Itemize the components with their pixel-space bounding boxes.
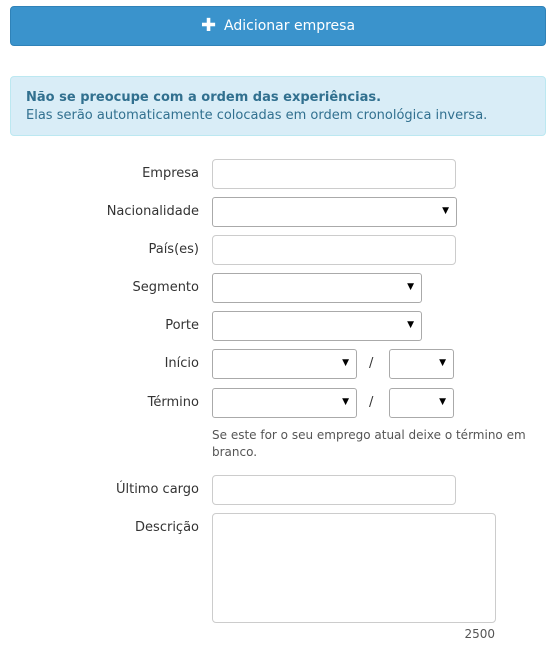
chevron-down-icon: ▼ [342,358,349,368]
porte-select[interactable]: ▼ [212,311,422,341]
paises-label: País(es) [148,242,199,257]
descricao-label: Descrição [135,520,199,535]
termino-separator: / [369,395,374,410]
porte-label: Porte [165,318,199,333]
add-company-label: Adicionar empresa [224,18,356,34]
termino-label: Término [147,395,199,410]
nacionalidade-select[interactable]: ▼ [212,197,457,227]
plus-icon: ✚ [200,15,217,36]
inicio-label: Início [164,356,199,371]
termino-help-text: Se este for o seu emprego atual deixe o … [212,428,526,459]
termino-month-select[interactable]: ▼ [212,388,357,418]
inicio-separator: / [369,356,374,371]
paises-input[interactable] [212,235,456,265]
chevron-down-icon: ▼ [342,397,349,407]
inicio-month-select[interactable]: ▼ [212,349,357,379]
segmento-select[interactable]: ▼ [212,273,422,303]
add-company-button[interactable]: ✚ Adicionar empresa [10,6,546,46]
segmento-label: Segmento [132,280,199,295]
chevron-down-icon: ▼ [442,206,449,216]
ultimo-cargo-input[interactable] [212,475,456,505]
chevron-down-icon: ▼ [407,320,414,330]
descricao-textarea[interactable] [212,513,496,623]
chevron-down-icon: ▼ [439,397,446,407]
inicio-year-select[interactable]: ▼ [389,349,454,379]
ultimo-cargo-label: Último cargo [115,482,199,497]
nacionalidade-label: Nacionalidade [106,204,199,219]
empresa-input[interactable] [212,159,456,189]
info-alert: Não se preocupe com a ordem das experiên… [10,76,546,136]
chevron-down-icon: ▼ [407,282,414,292]
empresa-label: Empresa [142,166,199,181]
termino-year-select[interactable]: ▼ [389,388,454,418]
character-counter: 2500 [464,627,495,641]
chevron-down-icon: ▼ [439,358,446,368]
alert-title: Não se preocupe com a ordem das experiên… [26,90,382,105]
alert-text: Elas serão automaticamente colocadas em … [26,108,488,123]
